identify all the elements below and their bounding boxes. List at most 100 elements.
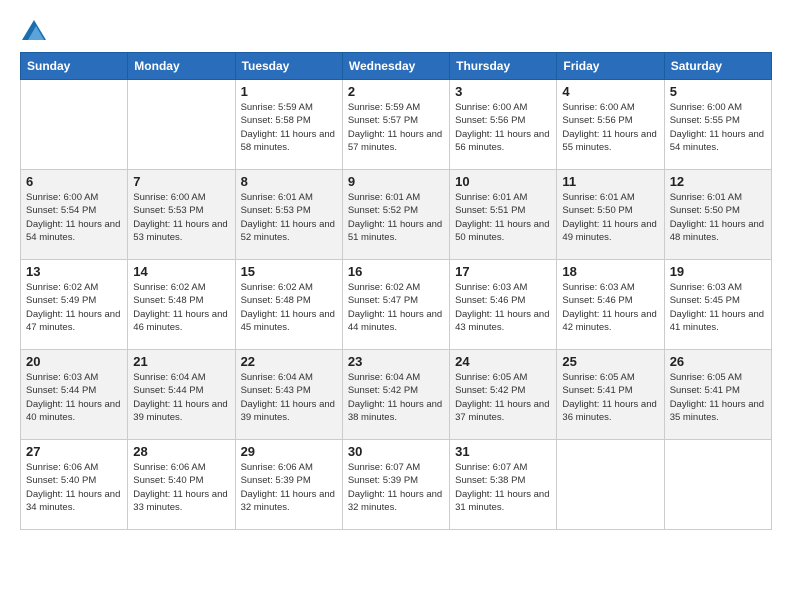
day-number: 10 xyxy=(455,174,551,189)
day-number: 4 xyxy=(562,84,658,99)
weekday-header-sunday: Sunday xyxy=(21,53,128,80)
day-info: Sunrise: 6:00 AMSunset: 5:55 PMDaylight:… xyxy=(670,101,766,154)
calendar-cell: 28 Sunrise: 6:06 AMSunset: 5:40 PMDayligh… xyxy=(128,440,235,530)
day-info: Sunrise: 6:00 AMSunset: 5:54 PMDaylight:… xyxy=(26,191,122,244)
day-info: Sunrise: 6:06 AMSunset: 5:40 PMDaylight:… xyxy=(26,461,122,514)
day-number: 22 xyxy=(241,354,337,369)
day-info: Sunrise: 5:59 AMSunset: 5:58 PMDaylight:… xyxy=(241,101,337,154)
day-info: Sunrise: 6:03 AMSunset: 5:46 PMDaylight:… xyxy=(562,281,658,334)
calendar-cell: 7 Sunrise: 6:00 AMSunset: 5:53 PMDaylight… xyxy=(128,170,235,260)
calendar-cell: 5 Sunrise: 6:00 AMSunset: 5:55 PMDaylight… xyxy=(664,80,771,170)
day-number: 5 xyxy=(670,84,766,99)
calendar-cell: 12 Sunrise: 6:01 AMSunset: 5:50 PMDayligh… xyxy=(664,170,771,260)
day-info: Sunrise: 6:02 AMSunset: 5:49 PMDaylight:… xyxy=(26,281,122,334)
day-info: Sunrise: 6:04 AMSunset: 5:44 PMDaylight:… xyxy=(133,371,229,424)
calendar-cell: 10 Sunrise: 6:01 AMSunset: 5:51 PMDayligh… xyxy=(450,170,557,260)
day-info: Sunrise: 6:06 AMSunset: 5:40 PMDaylight:… xyxy=(133,461,229,514)
weekday-header-saturday: Saturday xyxy=(664,53,771,80)
day-info: Sunrise: 6:03 AMSunset: 5:44 PMDaylight:… xyxy=(26,371,122,424)
week-row-4: 20 Sunrise: 6:03 AMSunset: 5:44 PMDayligh… xyxy=(21,350,772,440)
day-info: Sunrise: 6:07 AMSunset: 5:39 PMDaylight:… xyxy=(348,461,444,514)
day-info: Sunrise: 6:00 AMSunset: 5:56 PMDaylight:… xyxy=(562,101,658,154)
day-number: 12 xyxy=(670,174,766,189)
day-number: 1 xyxy=(241,84,337,99)
day-number: 17 xyxy=(455,264,551,279)
calendar-cell: 1 Sunrise: 5:59 AMSunset: 5:58 PMDaylight… xyxy=(235,80,342,170)
day-info: Sunrise: 6:01 AMSunset: 5:50 PMDaylight:… xyxy=(562,191,658,244)
weekday-header-monday: Monday xyxy=(128,53,235,80)
calendar-cell xyxy=(664,440,771,530)
calendar-cell: 14 Sunrise: 6:02 AMSunset: 5:48 PMDayligh… xyxy=(128,260,235,350)
week-row-5: 27Sunrise: 6:06 AMSunset: 5:40 PMDayligh… xyxy=(21,440,772,530)
calendar-cell: 19 Sunrise: 6:03 AMSunset: 5:45 PMDayligh… xyxy=(664,260,771,350)
day-info: Sunrise: 6:01 AMSunset: 5:52 PMDaylight:… xyxy=(348,191,444,244)
calendar-cell: 31 Sunrise: 6:07 AMSunset: 5:38 PMDayligh… xyxy=(450,440,557,530)
day-number: 9 xyxy=(348,174,444,189)
calendar-cell: 3 Sunrise: 6:00 AMSunset: 5:56 PMDaylight… xyxy=(450,80,557,170)
calendar-cell: 16Sunrise: 6:02 AMSunset: 5:47 PMDayligh… xyxy=(342,260,449,350)
day-number: 18 xyxy=(562,264,658,279)
calendar-cell: 29Sunrise: 6:06 AMSunset: 5:39 PMDayligh… xyxy=(235,440,342,530)
week-row-3: 13Sunrise: 6:02 AMSunset: 5:49 PMDayligh… xyxy=(21,260,772,350)
day-info: Sunrise: 5:59 AMSunset: 5:57 PMDaylight:… xyxy=(348,101,444,154)
day-info: Sunrise: 6:01 AMSunset: 5:50 PMDaylight:… xyxy=(670,191,766,244)
day-number: 3 xyxy=(455,84,551,99)
day-number: 26 xyxy=(670,354,766,369)
day-info: Sunrise: 6:03 AMSunset: 5:45 PMDaylight:… xyxy=(670,281,766,334)
day-number: 6 xyxy=(26,174,122,189)
day-info: Sunrise: 6:02 AMSunset: 5:48 PMDaylight:… xyxy=(133,281,229,334)
week-row-1: 1 Sunrise: 5:59 AMSunset: 5:58 PMDaylight… xyxy=(21,80,772,170)
day-number: 30 xyxy=(348,444,444,459)
calendar-cell: 23Sunrise: 6:04 AMSunset: 5:42 PMDayligh… xyxy=(342,350,449,440)
day-info: Sunrise: 6:05 AMSunset: 5:41 PMDaylight:… xyxy=(670,371,766,424)
day-number: 23 xyxy=(348,354,444,369)
calendar-cell: 4 Sunrise: 6:00 AMSunset: 5:56 PMDaylight… xyxy=(557,80,664,170)
calendar-cell: 15 Sunrise: 6:02 AMSunset: 5:48 PMDayligh… xyxy=(235,260,342,350)
day-number: 2 xyxy=(348,84,444,99)
calendar-cell xyxy=(21,80,128,170)
day-number: 21 xyxy=(133,354,229,369)
calendar-cell: 8Sunrise: 6:01 AMSunset: 5:53 PMDaylight… xyxy=(235,170,342,260)
day-info: Sunrise: 6:00 AMSunset: 5:53 PMDaylight:… xyxy=(133,191,229,244)
day-number: 11 xyxy=(562,174,658,189)
day-number: 24 xyxy=(455,354,551,369)
weekday-header-row: SundayMondayTuesdayWednesdayThursdayFrid… xyxy=(21,53,772,80)
logo xyxy=(20,20,46,36)
day-number: 8 xyxy=(241,174,337,189)
weekday-header-thursday: Thursday xyxy=(450,53,557,80)
calendar-cell: 20 Sunrise: 6:03 AMSunset: 5:44 PMDayligh… xyxy=(21,350,128,440)
day-number: 20 xyxy=(26,354,122,369)
calendar-cell: 21 Sunrise: 6:04 AMSunset: 5:44 PMDayligh… xyxy=(128,350,235,440)
day-number: 19 xyxy=(670,264,766,279)
day-number: 16 xyxy=(348,264,444,279)
calendar-cell xyxy=(557,440,664,530)
day-number: 15 xyxy=(241,264,337,279)
day-info: Sunrise: 6:07 AMSunset: 5:38 PMDaylight:… xyxy=(455,461,551,514)
calendar-cell: 9 Sunrise: 6:01 AMSunset: 5:52 PMDaylight… xyxy=(342,170,449,260)
calendar-cell: 2 Sunrise: 5:59 AMSunset: 5:57 PMDaylight… xyxy=(342,80,449,170)
page-header xyxy=(20,20,772,36)
day-number: 28 xyxy=(133,444,229,459)
calendar-cell: 26 Sunrise: 6:05 AMSunset: 5:41 PMDayligh… xyxy=(664,350,771,440)
weekday-header-tuesday: Tuesday xyxy=(235,53,342,80)
day-info: Sunrise: 6:00 AMSunset: 5:56 PMDaylight:… xyxy=(455,101,551,154)
day-info: Sunrise: 6:06 AMSunset: 5:39 PMDaylight:… xyxy=(241,461,337,514)
day-info: Sunrise: 6:02 AMSunset: 5:48 PMDaylight:… xyxy=(241,281,337,334)
calendar-table: SundayMondayTuesdayWednesdayThursdayFrid… xyxy=(20,52,772,530)
day-number: 31 xyxy=(455,444,551,459)
calendar-cell: 24Sunrise: 6:05 AMSunset: 5:42 PMDayligh… xyxy=(450,350,557,440)
calendar-cell xyxy=(128,80,235,170)
day-number: 7 xyxy=(133,174,229,189)
day-info: Sunrise: 6:01 AMSunset: 5:51 PMDaylight:… xyxy=(455,191,551,244)
logo-icon xyxy=(22,20,46,40)
day-info: Sunrise: 6:03 AMSunset: 5:46 PMDaylight:… xyxy=(455,281,551,334)
calendar-cell: 6 Sunrise: 6:00 AMSunset: 5:54 PMDaylight… xyxy=(21,170,128,260)
day-number: 25 xyxy=(562,354,658,369)
weekday-header-wednesday: Wednesday xyxy=(342,53,449,80)
week-row-2: 6 Sunrise: 6:00 AMSunset: 5:54 PMDaylight… xyxy=(21,170,772,260)
calendar-cell: 17 Sunrise: 6:03 AMSunset: 5:46 PMDayligh… xyxy=(450,260,557,350)
weekday-header-friday: Friday xyxy=(557,53,664,80)
calendar-cell: 22Sunrise: 6:04 AMSunset: 5:43 PMDayligh… xyxy=(235,350,342,440)
day-number: 14 xyxy=(133,264,229,279)
calendar-cell: 18 Sunrise: 6:03 AMSunset: 5:46 PMDayligh… xyxy=(557,260,664,350)
